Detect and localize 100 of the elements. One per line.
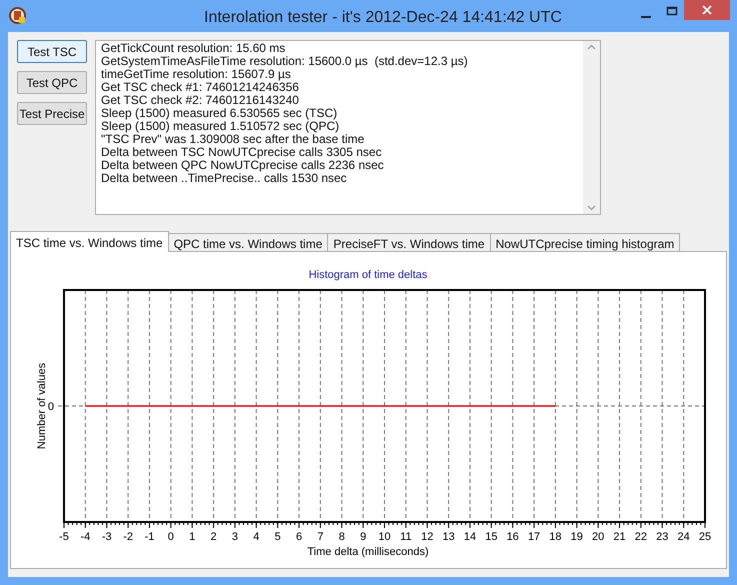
minor-tick bbox=[405, 522, 406, 526]
minor-tick bbox=[298, 522, 300, 526]
minor-tick bbox=[572, 522, 574, 526]
minor-tick bbox=[414, 522, 415, 526]
minor-tick bbox=[687, 522, 688, 526]
minor-tick bbox=[204, 522, 206, 526]
minor-tick bbox=[119, 522, 120, 526]
close-button[interactable] bbox=[684, 0, 730, 20]
minor-tick bbox=[444, 522, 445, 526]
minor-tick bbox=[495, 522, 496, 526]
x-tick-label: 7 bbox=[317, 531, 324, 543]
minor-tick bbox=[469, 522, 470, 526]
minor-tick bbox=[666, 522, 668, 526]
window-title: Interolation tester - it's 2012-Dec-24 14:41:42 UTC bbox=[204, 8, 562, 28]
minor-tick bbox=[362, 522, 364, 526]
minor-tick bbox=[320, 522, 321, 526]
log-line: timeGetTime resolution: 15607.9 µs bbox=[101, 68, 291, 81]
minor-tick bbox=[435, 522, 436, 526]
minor-tick bbox=[482, 522, 484, 526]
tab[interactable]: PreciseFT vs. Windows time bbox=[328, 233, 491, 252]
minor-tick bbox=[380, 522, 381, 526]
x-tick-label: 23 bbox=[656, 531, 668, 543]
log-line: Delta between QPC NowUTCprecise calls 2236 nsec bbox=[101, 159, 384, 172]
minor-tick bbox=[208, 522, 210, 526]
log-line: Get TSC check #2: 74601216143240 bbox=[101, 94, 299, 107]
minor-tick bbox=[153, 522, 154, 526]
minor-tick bbox=[576, 522, 578, 526]
minor-tick bbox=[183, 522, 184, 526]
minor-tick bbox=[598, 522, 599, 526]
minor-tick bbox=[238, 522, 240, 526]
minor-tick bbox=[632, 522, 633, 526]
minor-tick bbox=[683, 522, 684, 526]
minor-tick bbox=[286, 522, 287, 526]
minor-tick bbox=[68, 522, 69, 526]
minor-tick bbox=[268, 522, 270, 526]
minor-tick bbox=[242, 522, 244, 526]
minor-tick bbox=[418, 522, 420, 526]
minor-tick bbox=[516, 522, 518, 526]
x-tick-label: 14 bbox=[464, 531, 476, 543]
x-tick-label: -1 bbox=[144, 531, 154, 543]
app-icon bbox=[9, 7, 26, 24]
minor-tick bbox=[337, 522, 338, 526]
tab[interactable]: NowUTCprecise timing histogram bbox=[490, 233, 680, 252]
minor-tick bbox=[328, 522, 330, 526]
x-tick-label: 12 bbox=[421, 531, 434, 543]
minor-tick bbox=[546, 522, 548, 526]
minor-tick bbox=[226, 522, 227, 526]
x-tick-label: 2 bbox=[210, 531, 217, 543]
minor-tick bbox=[252, 522, 253, 526]
minor-tick bbox=[294, 522, 296, 526]
minor-tick bbox=[213, 522, 214, 526]
chart-title: Histogram of time deltas bbox=[308, 269, 428, 281]
test-button[interactable]: Test QPC bbox=[17, 71, 87, 94]
minor-tick bbox=[628, 522, 629, 526]
x-tick-label: -2 bbox=[123, 531, 133, 543]
minor-tick bbox=[529, 522, 530, 526]
minor-tick bbox=[662, 522, 663, 526]
minor-tick bbox=[700, 522, 702, 526]
minor-tick bbox=[674, 522, 676, 526]
x-tick-label: -4 bbox=[80, 531, 90, 543]
minor-tick bbox=[316, 522, 317, 526]
x-tick-label: 13 bbox=[442, 531, 455, 543]
scroll-down-icon[interactable] bbox=[587, 205, 596, 211]
minor-tick bbox=[341, 522, 342, 526]
minor-tick bbox=[256, 522, 257, 526]
tab[interactable]: TSC time vs. Windows time bbox=[10, 231, 169, 252]
test-button[interactable]: Test TSC bbox=[17, 40, 87, 63]
minor-tick bbox=[465, 522, 466, 526]
x-tick-label: 16 bbox=[506, 531, 519, 543]
minor-tick bbox=[456, 522, 458, 526]
x-tick-label: -5 bbox=[59, 531, 69, 543]
minor-tick bbox=[200, 522, 202, 526]
minor-tick bbox=[350, 522, 351, 526]
x-tick-label: 8 bbox=[338, 531, 345, 543]
minor-tick bbox=[375, 522, 376, 526]
scroll-up-icon[interactable] bbox=[587, 44, 596, 50]
minor-tick bbox=[474, 522, 475, 526]
test-button[interactable]: Test Precise bbox=[17, 102, 87, 125]
tab[interactable]: QPC time vs. Windows time bbox=[168, 233, 328, 252]
minor-tick bbox=[72, 522, 74, 526]
minor-tick bbox=[396, 522, 398, 526]
minor-tick bbox=[162, 522, 163, 526]
minor-tick bbox=[602, 522, 603, 526]
minor-tick bbox=[512, 522, 514, 526]
x-tick-label: 22 bbox=[634, 531, 648, 543]
minor-tick bbox=[554, 522, 556, 526]
minor-tick bbox=[452, 522, 454, 526]
minor-tick bbox=[307, 522, 308, 526]
minor-tick bbox=[144, 522, 146, 526]
minor-tick bbox=[392, 522, 394, 526]
x-tick-label: 24 bbox=[678, 531, 690, 543]
minor-tick bbox=[589, 522, 590, 526]
minor-tick bbox=[272, 522, 274, 526]
minor-tick bbox=[525, 522, 526, 526]
minor-tick bbox=[76, 522, 78, 526]
y-tick-label: 0 bbox=[48, 401, 54, 413]
minor-tick bbox=[166, 522, 168, 526]
minor-tick bbox=[431, 522, 432, 526]
minor-tick bbox=[648, 522, 650, 526]
minor-tick bbox=[358, 522, 360, 526]
